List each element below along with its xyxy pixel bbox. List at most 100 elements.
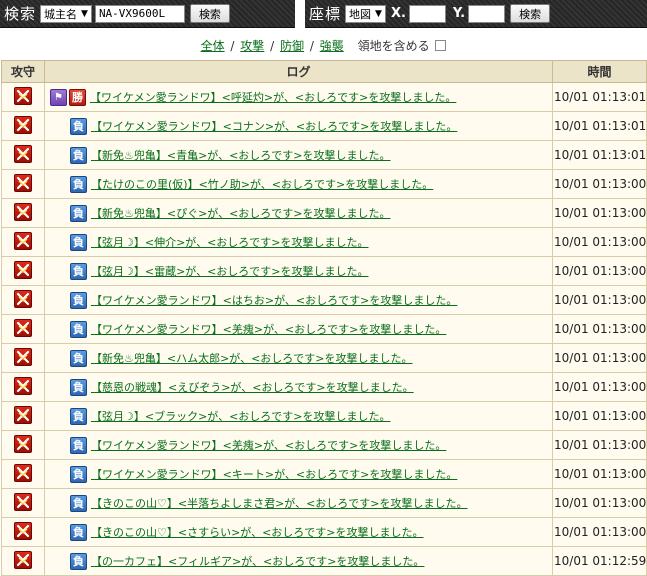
log-link[interactable]: 【の一カフェ】<フィルギア>が、<おしろです>を攻撃しました。 bbox=[91, 553, 424, 569]
include-territory-checkbox[interactable] bbox=[435, 40, 447, 51]
log-entry: ⚑ 勝【ワイケメン愛ランドワ】<呼延灼>が、<おしろです>を攻撃しました。 bbox=[46, 88, 551, 106]
time-cell: 10/01 01:13:00 bbox=[552, 169, 647, 199]
search-input[interactable]: NA-VX9600L bbox=[94, 4, 185, 23]
coords-label: 座標 bbox=[309, 5, 342, 23]
log-link[interactable]: 【新免♨兜亀】<ハム太郎>が、<おしろです>を攻撃しました。 bbox=[91, 350, 413, 366]
crossed-swords-icon bbox=[14, 492, 32, 511]
log-entry: 負【弦月☽】<雷蔵>が、<おしろです>を攻撃しました。 bbox=[46, 262, 551, 280]
crossed-swords-icon bbox=[14, 202, 32, 221]
log-link[interactable]: 【ワイケメン愛ランドワ】<羌瘣>が、<おしろです>を攻撃しました。 bbox=[91, 437, 446, 453]
log-link[interactable]: 【慈恩の戦魂】<えびぞう>が、<おしろです>を攻撃しました。 bbox=[91, 379, 414, 395]
separator: / bbox=[309, 39, 314, 53]
log-cell: 負【弦月☽】<雷蔵>が、<おしろです>を攻撃しました。 bbox=[44, 256, 553, 286]
log-link[interactable]: 【弦月☽】<伸介>が、<おしろです>を攻撃しました。 bbox=[91, 234, 369, 250]
log-cell: 負【新免♨兜亀】<ハム太郎>が、<おしろです>を攻撃しました。 bbox=[44, 343, 553, 373]
log-entry: 負【ワイケメン愛ランドワ】<キート>が、<おしろです>を攻撃しました。 bbox=[46, 465, 551, 483]
crossed-swords-icon bbox=[14, 318, 32, 337]
time-cell: 10/01 01:13:00 bbox=[552, 430, 647, 460]
toolbar-gap bbox=[295, 0, 305, 28]
time-cell: 10/01 01:13:00 bbox=[552, 285, 647, 315]
y-label: Y. bbox=[452, 6, 466, 21]
search-type-select[interactable]: 城主名 ▼ bbox=[40, 4, 92, 23]
dropdown-arrow-icon: ▼ bbox=[375, 8, 382, 19]
table-row: 負【慈恩の戦魂】<えびぞう>が、<おしろです>を攻撃しました。 10/01 01:… bbox=[1, 372, 647, 402]
attack-cell bbox=[1, 459, 45, 489]
log-link[interactable]: 【ワイケメン愛ランドワ】<コナン>が、<おしろです>を攻撃しました。 bbox=[91, 118, 457, 134]
log-link[interactable]: 【たけのこの里(仮)】<竹ノ助>が、<おしろです>を攻撃しました。 bbox=[91, 176, 433, 192]
time-cell: 10/01 01:13:00 bbox=[552, 372, 647, 402]
time-cell: 10/01 01:13:00 bbox=[552, 343, 647, 373]
log-entry: 負【ワイケメン愛ランドワ】<はちお>が、<おしろです>を攻撃しました。 bbox=[46, 291, 551, 309]
table-row: 負【ワイケメン愛ランドワ】<キート>が、<おしろです>を攻撃しました。 10/01… bbox=[1, 459, 647, 489]
map-select[interactable]: 地図 ▼ bbox=[345, 4, 386, 23]
x-coordinate-input[interactable] bbox=[408, 4, 446, 23]
log-link[interactable]: 【ワイケメン愛ランドワ】<はちお>が、<おしろです>を攻撃しました。 bbox=[91, 292, 457, 308]
log-link[interactable]: 【新免♨兜亀】<ぴぐ>が、<おしろです>を攻撃しました。 bbox=[91, 205, 391, 221]
time-cell: 10/01 01:13:01 bbox=[552, 111, 647, 141]
search-label: 検索 bbox=[4, 5, 37, 23]
table-row: 負【ワイケメン愛ランドワ】<コナン>が、<おしろです>を攻撃しました。 10/01… bbox=[1, 111, 647, 141]
time-cell: 10/01 01:13:00 bbox=[552, 198, 647, 228]
attack-cell bbox=[1, 430, 45, 460]
log-entry: 負【新免♨兜亀】<ぴぐ>が、<おしろです>を攻撃しました。 bbox=[46, 204, 551, 222]
table-row: 負【きのこの山♡】<さすらい>が、<おしろです>を攻撃しました。 10/01 01… bbox=[1, 517, 647, 547]
attack-cell bbox=[1, 256, 45, 286]
log-link[interactable]: 【ワイケメン愛ランドワ】<呼延灼>が、<おしろです>を攻撃しました。 bbox=[90, 89, 456, 105]
header-time: 時間 bbox=[552, 60, 647, 83]
coord-search-button[interactable]: 検索 bbox=[510, 4, 551, 23]
crossed-swords-icon bbox=[14, 289, 32, 308]
result-badge: 負 bbox=[70, 204, 87, 222]
log-entry: 負【の一カフェ】<フィルギア>が、<おしろです>を攻撃しました。 bbox=[46, 552, 551, 570]
result-badge: 負 bbox=[70, 378, 87, 396]
table-header-row: 攻守 ログ 時間 bbox=[1, 60, 647, 83]
header-log: ログ bbox=[44, 60, 553, 83]
crossed-swords-icon bbox=[14, 231, 32, 250]
crossed-swords-icon bbox=[14, 550, 32, 569]
attack-cell bbox=[1, 285, 45, 315]
log-cell: ⚑ 勝【ワイケメン愛ランドワ】<呼延灼>が、<おしろです>を攻撃しました。 bbox=[44, 82, 553, 112]
result-badge: 負 bbox=[70, 436, 87, 454]
log-link[interactable]: 【きのこの山♡】<半落ちよしまさ君>が、<おしろです>を攻撃しました。 bbox=[91, 495, 468, 511]
search-button[interactable]: 検索 bbox=[189, 4, 230, 23]
time-cell: 10/01 01:13:00 bbox=[552, 459, 647, 489]
time-cell: 10/01 01:13:00 bbox=[552, 227, 647, 257]
log-link[interactable]: 【新免♨兜亀】<青亀>が、<おしろです>を攻撃しました。 bbox=[91, 147, 391, 163]
battle-log-table: 攻守 ログ 時間 ⚑ 勝【ワイケメン愛ランドワ】<呼延灼>が、<おしろです>を攻撃… bbox=[1, 60, 647, 576]
crossed-swords-icon bbox=[14, 463, 32, 482]
attack-cell bbox=[1, 488, 45, 518]
log-link[interactable]: 【ワイケメン愛ランドワ】<キート>が、<おしろです>を攻撃しました。 bbox=[91, 466, 457, 482]
result-badge: 勝 bbox=[69, 88, 86, 106]
log-entry: 負【ワイケメン愛ランドワ】<羌瘣>が、<おしろです>を攻撃しました。 bbox=[46, 436, 551, 454]
coord-search-panel: 座標 地図 ▼ X. Y. 検索 bbox=[305, 0, 647, 28]
log-entry: 負【新免♨兜亀】<青亀>が、<おしろです>を攻撃しました。 bbox=[46, 146, 551, 164]
log-entry: 負【弦月☽】<伸介>が、<おしろです>を攻撃しました。 bbox=[46, 233, 551, 251]
attack-cell bbox=[1, 82, 45, 112]
time-cell: 10/01 01:13:01 bbox=[552, 140, 647, 170]
dropdown-arrow-icon: ▼ bbox=[81, 8, 88, 19]
attack-cell bbox=[1, 198, 45, 228]
filter-attack-link[interactable]: 攻撃 bbox=[240, 39, 264, 53]
filter-all-link[interactable]: 全体 bbox=[201, 39, 225, 53]
log-link[interactable]: 【ワイケメン愛ランドワ】<羌瘣>が、<おしろです>を攻撃しました。 bbox=[91, 321, 446, 337]
log-entry: 負【弦月☽】<ブラック>が、<おしろです>を攻撃しました。 bbox=[46, 407, 551, 425]
attack-cell bbox=[1, 227, 45, 257]
log-entry: 負【きのこの山♡】<半落ちよしまさ君>が、<おしろです>を攻撃しました。 bbox=[46, 494, 551, 512]
log-entry: 負【慈恩の戦魂】<えびぞう>が、<おしろです>を攻撃しました。 bbox=[46, 378, 551, 396]
log-cell: 負【の一カフェ】<フィルギア>が、<おしろです>を攻撃しました。 bbox=[44, 546, 553, 576]
log-link[interactable]: 【きのこの山♡】<さすらい>が、<おしろです>を攻撃しました。 bbox=[91, 524, 424, 540]
table-row: 負【きのこの山♡】<半落ちよしまさ君>が、<おしろです>を攻撃しました。 10/0… bbox=[1, 488, 647, 518]
y-coordinate-input[interactable] bbox=[468, 4, 506, 23]
header-attack: 攻守 bbox=[1, 60, 45, 83]
crossed-swords-icon bbox=[14, 173, 32, 192]
table-row: 負【新免♨兜亀】<青亀>が、<おしろです>を攻撃しました。 10/01 01:13… bbox=[1, 140, 647, 170]
log-cell: 負【ワイケメン愛ランドワ】<羌瘣>が、<おしろです>を攻撃しました。 bbox=[44, 314, 553, 344]
attack-cell bbox=[1, 111, 45, 141]
filter-raid-link[interactable]: 強襲 bbox=[320, 39, 344, 53]
attack-cell bbox=[1, 140, 45, 170]
filter-defense-link[interactable]: 防御 bbox=[280, 39, 304, 53]
log-link[interactable]: 【弦月☽】<雷蔵>が、<おしろです>を攻撃しました。 bbox=[91, 263, 369, 279]
table-row: 負【ワイケメン愛ランドワ】<はちお>が、<おしろです>を攻撃しました。 10/01… bbox=[1, 285, 647, 315]
separator: / bbox=[270, 39, 275, 53]
log-link[interactable]: 【弦月☽】<ブラック>が、<おしろです>を攻撃しました。 bbox=[91, 408, 391, 424]
result-badge: 負 bbox=[70, 175, 87, 193]
